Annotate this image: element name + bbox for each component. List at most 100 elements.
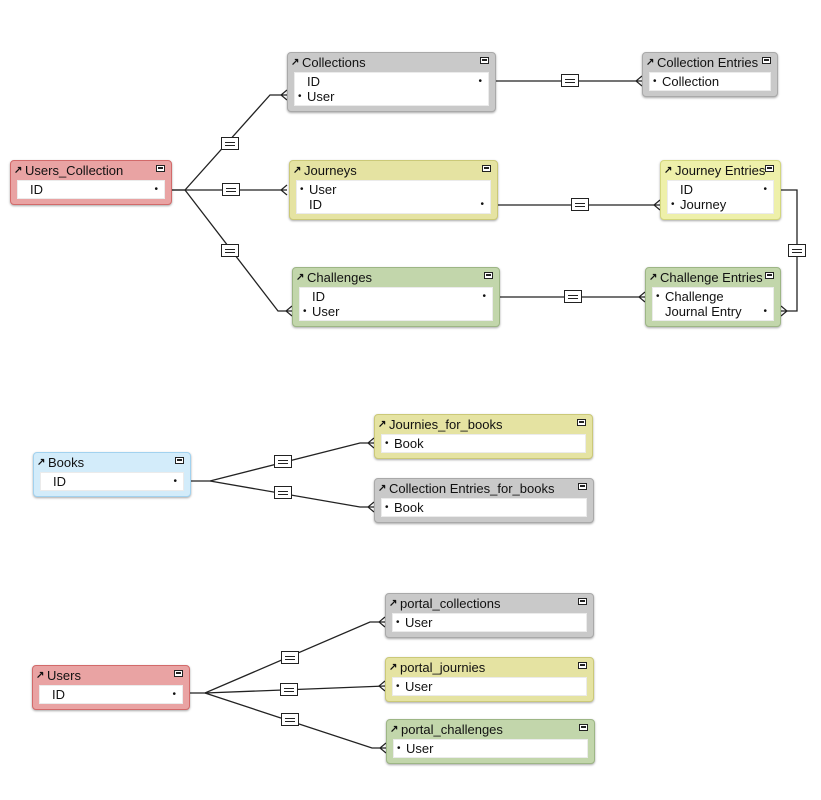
collapse-toggle-icon[interactable] <box>482 165 491 172</box>
table-header[interactable]: ↗ Collection Entries_for_books <box>375 479 593 498</box>
collapse-toggle-icon[interactable] <box>765 272 774 279</box>
relationship-operator-equals-icon[interactable] <box>281 713 299 726</box>
field-list: ID • • User <box>299 287 493 321</box>
table-occurrence-challenge-entries[interactable]: ↗ Challenge Entries • Challenge Journal Entr… <box>645 267 781 327</box>
collapse-toggle-icon[interactable] <box>480 57 489 64</box>
table-header[interactable]: ↗ Journies_for_books <box>375 415 592 434</box>
collapse-toggle-icon[interactable] <box>762 57 771 64</box>
table-occurrence-journeys[interactable]: ↗ Journeys • User ID • <box>289 160 498 220</box>
relationship-operator-equals-icon[interactable] <box>274 455 292 468</box>
relationship-operator-equals-icon[interactable] <box>788 244 806 257</box>
go-to-table-arrow-icon[interactable]: ↗ <box>646 53 654 72</box>
field-row[interactable]: ID • <box>41 474 183 489</box>
table-occurrence-journies-for-books[interactable]: ↗ Journies_for_books • Book <box>374 414 593 459</box>
relationship-operator-equals-icon[interactable] <box>221 137 239 150</box>
field-name: Journey <box>680 197 727 212</box>
relationship-operator-equals-icon[interactable] <box>561 74 579 87</box>
go-to-table-arrow-icon[interactable]: ↗ <box>378 479 386 498</box>
field-row[interactable]: ID • <box>668 182 773 197</box>
field-row[interactable]: ID • <box>18 182 164 197</box>
table-occurrence-portal-journies[interactable]: ↗ portal_journies • User <box>385 657 594 702</box>
table-occurrence-challenges[interactable]: ↗ Challenges ID • • User <box>292 267 500 327</box>
field-row[interactable]: • Collection <box>650 74 770 89</box>
field-row[interactable]: ID • <box>40 687 182 702</box>
collapse-toggle-icon[interactable] <box>577 419 586 426</box>
go-to-table-arrow-icon[interactable]: ↗ <box>291 53 299 72</box>
relationship-operator-equals-icon[interactable] <box>280 683 298 696</box>
table-header[interactable]: ↗ Users_Collection <box>11 161 171 180</box>
relationship-operator-equals-icon[interactable] <box>222 183 240 196</box>
field-row[interactable]: • User <box>300 304 492 319</box>
table-occurrence-collection-entries[interactable]: ↗ Collection Entries • Collection <box>642 52 778 97</box>
relationship-operator-equals-icon[interactable] <box>221 244 239 257</box>
table-header[interactable]: ↗ Collection Entries <box>643 53 777 72</box>
field-name: User <box>405 615 433 630</box>
field-row[interactable]: • User <box>297 182 490 197</box>
table-occurrence-collections[interactable]: ↗ Collections ID • • User <box>287 52 496 112</box>
table-header[interactable]: ↗ Challenges <box>293 268 499 287</box>
table-occurrence-portal-collections[interactable]: ↗ portal_collections • User <box>385 593 594 638</box>
field-name: ID <box>680 182 693 197</box>
collapse-toggle-icon[interactable] <box>174 670 183 677</box>
table-occurrence-users-collection[interactable]: ↗ Users_Collection ID • <box>10 160 172 205</box>
field-row[interactable]: Journal Entry • <box>653 304 773 319</box>
go-to-table-arrow-icon[interactable]: ↗ <box>36 666 44 685</box>
relationship-operator-equals-icon[interactable] <box>281 651 299 664</box>
relationship-operator-equals-icon[interactable] <box>564 290 582 303</box>
table-header[interactable]: ↗ Journeys <box>290 161 497 180</box>
relationship-operator-equals-icon[interactable] <box>571 198 589 211</box>
field-row[interactable]: • User <box>393 679 586 694</box>
table-occurrence-books[interactable]: ↗ Books ID • <box>33 452 191 497</box>
table-header[interactable]: ↗ portal_challenges <box>387 720 594 739</box>
collapse-toggle-icon[interactable] <box>578 483 587 490</box>
collapse-toggle-icon[interactable] <box>578 598 587 605</box>
table-header[interactable]: ↗ Collections <box>288 53 495 72</box>
field-row[interactable]: • Journey <box>668 197 773 212</box>
table-header[interactable]: ↗ portal_collections <box>386 594 593 613</box>
field-row[interactable]: • Book <box>382 436 585 451</box>
field-row[interactable]: • User <box>393 615 586 630</box>
go-to-table-arrow-icon[interactable]: ↗ <box>649 268 657 287</box>
collapse-toggle-icon[interactable] <box>578 662 587 669</box>
table-name: Challenge Entries <box>660 270 763 285</box>
table-header[interactable]: ↗ Journey Entries <box>661 161 780 180</box>
go-to-table-arrow-icon[interactable]: ↗ <box>390 720 398 739</box>
collapse-toggle-icon[interactable] <box>579 724 588 731</box>
go-to-table-arrow-icon[interactable]: ↗ <box>664 161 672 180</box>
field-name: User <box>309 182 337 197</box>
collapse-toggle-icon[interactable] <box>484 272 493 279</box>
table-occurrence-portal-challenges[interactable]: ↗ portal_challenges • User <box>386 719 595 764</box>
collapse-toggle-icon[interactable] <box>175 457 184 464</box>
field-row[interactable]: • Challenge <box>653 289 773 304</box>
table-header[interactable]: ↗ portal_journies <box>386 658 593 677</box>
table-occurrence-users[interactable]: ↗ Users ID • <box>32 665 190 710</box>
go-to-table-arrow-icon[interactable]: ↗ <box>37 453 45 472</box>
field-list: • User <box>392 613 587 632</box>
go-to-table-arrow-icon[interactable]: ↗ <box>389 658 397 677</box>
field-row[interactable]: ID • <box>300 289 492 304</box>
table-name: Challenges <box>307 270 373 285</box>
field-row[interactable]: ID • <box>297 197 490 212</box>
field-row[interactable]: • Book <box>382 500 586 515</box>
go-to-table-arrow-icon[interactable]: ↗ <box>293 161 301 180</box>
field-row[interactable]: • User <box>295 89 488 104</box>
field-name: Journal Entry <box>665 304 742 319</box>
collapse-toggle-icon[interactable] <box>765 165 774 172</box>
table-occurrence-collection-entries-for-books[interactable]: ↗ Collection Entries_for_books • Book <box>374 478 594 523</box>
go-to-table-arrow-icon[interactable]: ↗ <box>389 594 397 613</box>
relationship-operator-equals-icon[interactable] <box>274 486 292 499</box>
table-header[interactable]: ↗ Challenge Entries <box>646 268 780 287</box>
go-to-table-arrow-icon[interactable]: ↗ <box>296 268 304 287</box>
go-to-table-arrow-icon[interactable]: ↗ <box>378 415 386 434</box>
field-row[interactable]: • User <box>394 741 587 756</box>
table-header[interactable]: ↗ Books <box>34 453 190 472</box>
table-header[interactable]: ↗ Users <box>33 666 189 685</box>
field-row[interactable]: ID • <box>295 74 488 89</box>
table-occurrence-journey-entries[interactable]: ↗ Journey Entries ID • • Journey <box>660 160 781 220</box>
field-name: Book <box>394 436 424 451</box>
relationship-line[interactable] <box>209 480 374 508</box>
key-dot-icon: • <box>671 199 675 210</box>
go-to-table-arrow-icon[interactable]: ↗ <box>14 161 22 180</box>
key-dot-icon: • <box>482 291 486 302</box>
collapse-toggle-icon[interactable] <box>156 165 165 172</box>
